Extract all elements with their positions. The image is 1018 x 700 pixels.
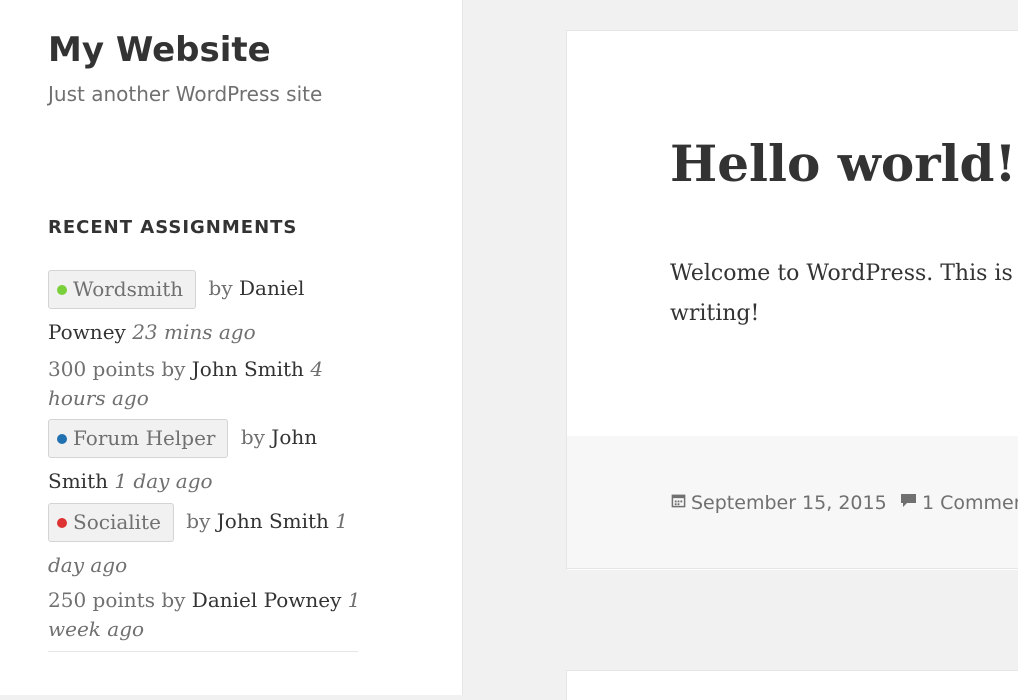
user-link[interactable]: John [271, 425, 317, 449]
assignment-item: Wordsmith by Daniel Powney 23 mins ago [48, 270, 358, 344]
post-content-line: Welcome to WordPress. This is [670, 261, 1013, 286]
badge-socialite[interactable]: Socialite [48, 503, 174, 542]
time-ago-cont: hours ago [48, 386, 149, 410]
post-content-line: writing! [670, 301, 760, 326]
post-comments-link[interactable]: 1 Commen [900, 490, 1018, 517]
points-label: 300 points [48, 357, 155, 381]
next-post-card [566, 670, 1018, 700]
user-link-cont[interactable]: Powney [48, 320, 126, 344]
user-link[interactable]: John Smith [217, 509, 329, 533]
points-label: 250 points [48, 588, 155, 612]
time-ago: 4 [310, 357, 324, 381]
by-label: by [161, 357, 186, 381]
time-ago: 1 day ago [114, 469, 213, 493]
post-content: Welcome to WordPress. This is writing! [670, 254, 1018, 334]
badge-label: Wordsmith [73, 277, 184, 301]
post-date[interactable]: September 15, 2015 [671, 490, 887, 517]
post-title[interactable]: Hello world! [670, 132, 1016, 196]
comment-bubble-icon [900, 489, 917, 515]
user-link-cont[interactable]: Smith [48, 469, 108, 493]
by-label: by [208, 276, 233, 300]
time-ago-cont: day ago [48, 553, 128, 577]
post-date-text: September 15, 2015 [691, 492, 887, 514]
user-link[interactable]: John Smith [192, 357, 304, 381]
badge-dot-icon [57, 433, 67, 444]
time-ago: 1 [347, 588, 361, 612]
assignment-item: 250 points by Daniel Powney 1 week ago [48, 586, 361, 644]
by-label: by [161, 588, 186, 612]
post-comments-text: 1 Commen [922, 492, 1018, 514]
badge-wordsmith[interactable]: Wordsmith [48, 270, 197, 309]
badge-forum-helper[interactable]: Forum Helper [48, 419, 229, 458]
site-title[interactable]: My Website [48, 28, 271, 72]
time-ago: 23 mins ago [132, 320, 256, 344]
assignment-item: 300 points by John Smith 4 hours ago [48, 355, 358, 413]
badge-dot-icon [57, 284, 67, 295]
badge-dot-icon [57, 517, 67, 528]
by-label: by [240, 425, 265, 449]
widget-title: RECENT ASSIGNMENTS [48, 217, 298, 238]
time-ago: 1 [335, 509, 349, 533]
by-label: by [186, 509, 211, 533]
assignment-item: Forum Helper by John Smith 1 day ago [48, 419, 358, 493]
assignment-item: Socialite by John Smith 1 day ago [48, 503, 358, 577]
calendar-icon [671, 489, 686, 515]
badge-label: Forum Helper [73, 426, 216, 450]
badge-label: Socialite [73, 510, 161, 534]
site-tagline: Just another WordPress site [48, 82, 323, 106]
user-link[interactable]: Daniel [239, 276, 304, 300]
widget-divider [48, 651, 358, 652]
time-ago-cont: week ago [48, 617, 145, 641]
sidebar: My Website Just another WordPress site R… [0, 0, 463, 695]
user-link[interactable]: Daniel Powney [192, 588, 342, 612]
